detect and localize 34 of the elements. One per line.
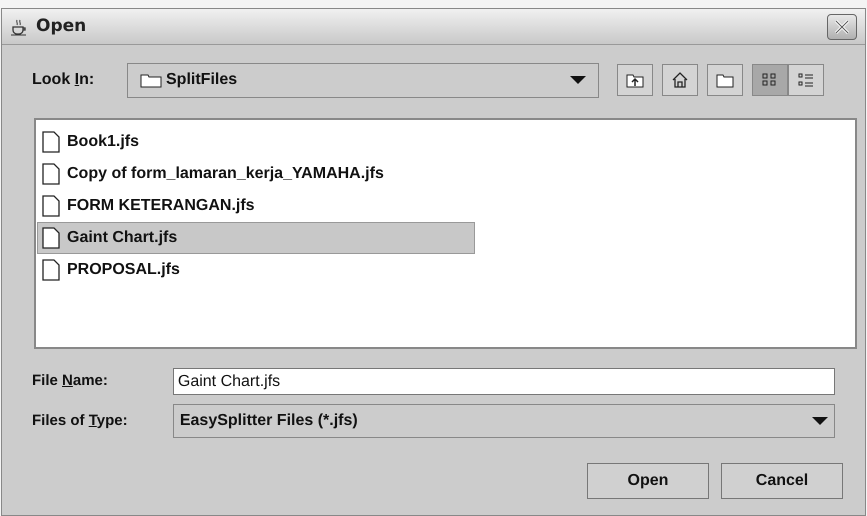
file-name-field[interactable]: Gaint Chart.jfs — [172, 368, 835, 395]
file-type-label: Files of Type: — [32, 410, 129, 431]
file-type-value: EasySplitter Files (*.jfs) — [180, 411, 358, 431]
cancel-button[interactable]: Cancel — [721, 463, 843, 499]
details-view-icon — [797, 71, 815, 89]
new-folder-button[interactable] — [707, 64, 743, 96]
window-title: Open — [36, 14, 86, 38]
dropdown-arrow-icon — [570, 76, 586, 84]
file-icon — [42, 131, 60, 153]
file-icon — [42, 259, 60, 281]
file-item[interactable]: FORM KETERANGAN.jfs — [37, 190, 475, 222]
up-button[interactable] — [617, 64, 653, 96]
file-icon — [42, 227, 60, 249]
folder-icon — [140, 72, 162, 88]
dropdown-arrow-icon — [812, 417, 828, 425]
look-in-dropdown[interactable]: SplitFiles — [127, 62, 599, 98]
details-button[interactable] — [788, 64, 824, 96]
look-in-value: SplitFiles — [166, 70, 238, 90]
look-in-label: Look In: — [32, 70, 96, 90]
coffee-cup-icon — [10, 18, 28, 36]
file-item[interactable]: PROPOSAL.jfs — [37, 254, 475, 286]
close-button[interactable] — [827, 14, 857, 40]
file-icon — [42, 195, 60, 217]
list-button[interactable] — [752, 64, 788, 96]
close-icon — [834, 18, 850, 34]
file-item[interactable]: Gaint Chart.jfs — [37, 222, 475, 254]
file-type-dropdown[interactable]: EasySplitter Files (*.jfs) — [172, 404, 835, 438]
file-item[interactable]: Copy of form_lamaran_kerja_YAMAHA.jfs — [37, 158, 475, 190]
home-icon — [671, 71, 689, 89]
file-icon — [42, 163, 60, 185]
open-button[interactable]: Open — [587, 463, 709, 499]
home-button[interactable] — [662, 64, 698, 96]
file-item[interactable]: Book1.jfs — [37, 126, 475, 158]
file-name-label: File Name: — [32, 371, 109, 392]
